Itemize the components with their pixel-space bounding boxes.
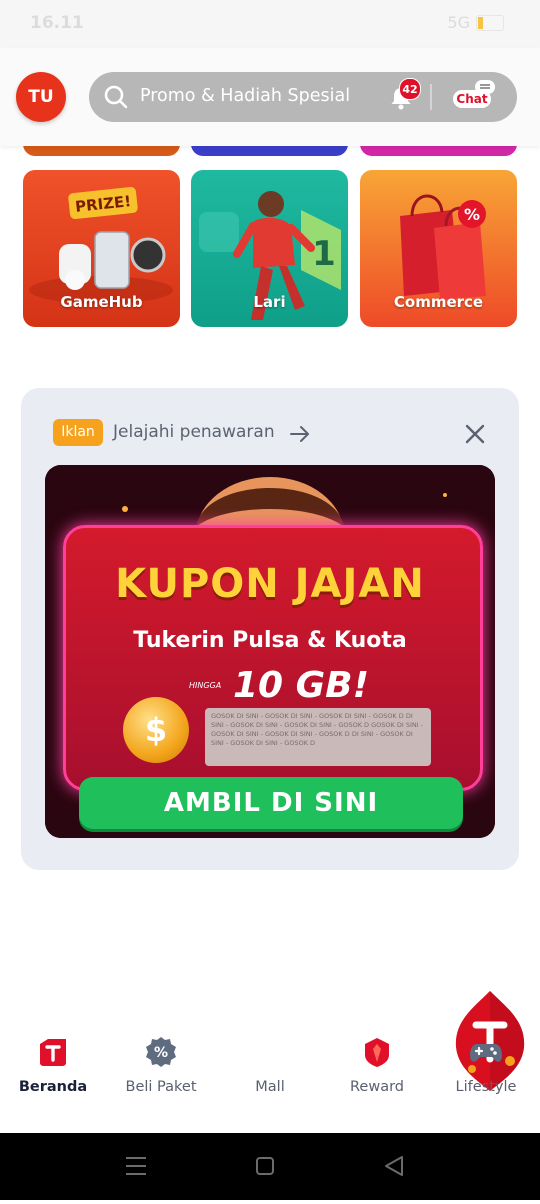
svg-text:%: % xyxy=(464,205,480,224)
recent-apps-icon[interactable] xyxy=(126,1157,146,1175)
avatar[interactable]: TU xyxy=(16,72,66,122)
chat-label: Chat xyxy=(453,90,491,108)
app-header: TU Promo & Hadiah Spesial 42 Chat xyxy=(0,48,540,146)
ad-card: Iklan Jelajahi penawaran KUPON JAJAN Tuk… xyxy=(21,388,519,870)
tile-label-commerce: Commerce xyxy=(393,293,484,311)
discount-icon: % xyxy=(146,1037,176,1067)
banner-subtitle: Tukerin Pulsa & Kuota xyxy=(133,628,407,653)
claim-button[interactable]: AMBIL DI SINI xyxy=(79,777,463,829)
explore-offers-link[interactable]: Jelajahi penawaran xyxy=(113,422,275,442)
svg-text:%: % xyxy=(154,1045,168,1061)
arrow-right-icon[interactable] xyxy=(288,422,312,446)
svg-text:1: 1 xyxy=(312,234,336,274)
nav-label-reward: Reward xyxy=(350,1079,404,1095)
nav-label-mall: Mall xyxy=(255,1079,285,1095)
nav-label-lifestyle: Lifestyle xyxy=(455,1079,517,1095)
gamepad-icon xyxy=(470,1044,502,1062)
tile-gamehub[interactable]: PRIZE! GameHub xyxy=(23,170,180,327)
nav-item-mall[interactable]: Mall xyxy=(220,991,525,1095)
back-icon[interactable] xyxy=(385,1156,403,1176)
bottom-nav: Beranda % Beli Paket Mall Reward Lifesty… xyxy=(0,991,540,1133)
network-label: 5G xyxy=(447,13,470,32)
ad-banner[interactable]: KUPON JAJAN Tukerin Pulsa & Kuota HINGGA… xyxy=(45,465,495,838)
tile-label-lari: Lari xyxy=(253,293,286,311)
tile-commerce[interactable]: % Commerce xyxy=(360,170,517,327)
banner-amount: 10 GB! xyxy=(233,665,370,706)
ad-badge: Iklan xyxy=(53,419,103,446)
search-icon xyxy=(104,85,128,109)
chat-button[interactable]: Chat xyxy=(451,80,497,112)
nav-item-reward[interactable]: Reward xyxy=(327,1035,427,1095)
search-placeholder: Promo & Hadiah Spesial xyxy=(140,86,351,106)
tile-label-gamehub: GameHub xyxy=(60,293,143,311)
status-time: 16.11 xyxy=(30,13,84,33)
battery-icon xyxy=(476,14,504,31)
nav-item-beli-paket[interactable]: % Beli Paket xyxy=(111,1035,211,1095)
nav-label-beli-paket: Beli Paket xyxy=(125,1079,197,1095)
header-divider xyxy=(430,84,432,110)
banner-upto: HINGGA xyxy=(189,681,222,690)
home-button-icon[interactable] xyxy=(256,1157,274,1175)
nav-item-beranda[interactable]: Beranda xyxy=(3,1035,103,1095)
search-bar[interactable]: Promo & Hadiah Spesial 42 Chat xyxy=(89,72,517,122)
scratch-area[interactable]: GOSOK DI SINI - GOSOK DI SINI - GOSOK DI… xyxy=(205,708,431,766)
reward-icon xyxy=(365,1038,389,1067)
coin-icon: $ xyxy=(123,697,189,763)
status-icons: 5G xyxy=(447,13,504,32)
nav-label-beranda: Beranda xyxy=(18,1079,88,1095)
tile-lari[interactable]: 1 Lari xyxy=(191,170,348,327)
close-icon[interactable] xyxy=(462,421,488,447)
nav-item-lifestyle[interactable]: Lifestyle xyxy=(436,1035,536,1095)
system-nav-icons xyxy=(126,1156,403,1176)
notification-badge: 42 xyxy=(399,78,421,100)
status-bar: 16.11 5G xyxy=(0,0,540,48)
system-nav-bar xyxy=(0,1133,540,1200)
home-icon xyxy=(40,1039,66,1066)
banner-title: KUPON JAJAN xyxy=(115,561,425,607)
